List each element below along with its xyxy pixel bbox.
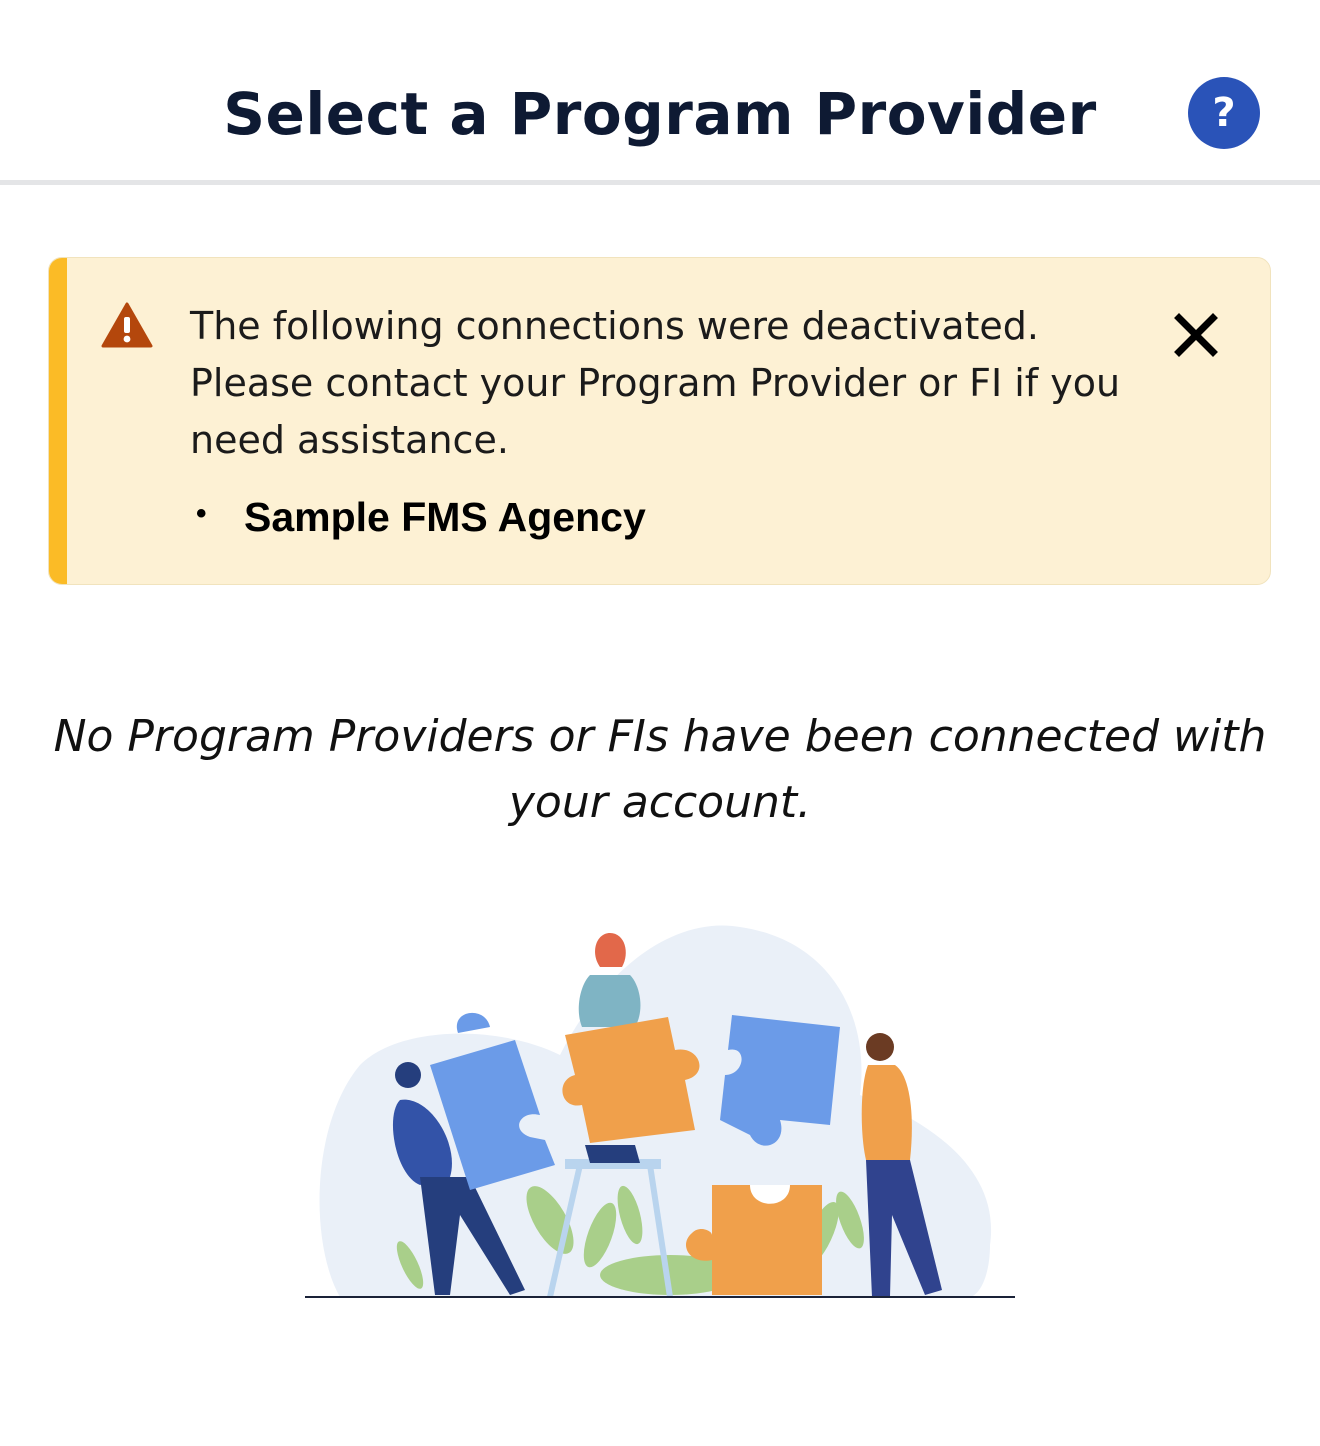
- page: Select a Program Provider ? The followin…: [0, 0, 1320, 1446]
- list-item: • Sample FMS Agency: [190, 492, 646, 542]
- warning-icon: [101, 302, 153, 348]
- puzzle-teamwork-illustration: [305, 925, 1015, 1298]
- alert-message: The following connections were deactivat…: [190, 304, 1121, 462]
- help-button[interactable]: ?: [1188, 77, 1260, 149]
- close-icon[interactable]: [1173, 312, 1219, 358]
- help-icon: ?: [1212, 90, 1236, 136]
- empty-state-message: No Program Providers or FIs have been co…: [53, 711, 1267, 828]
- page-title: Select a Program Provider: [223, 80, 1097, 148]
- list-item-label: Sample FMS Agency: [244, 494, 646, 540]
- deactivated-connections-alert: The following connections were deactivat…: [48, 257, 1271, 585]
- bullet-icon: •: [196, 497, 207, 530]
- header: Select a Program Provider ?: [0, 0, 1320, 185]
- deactivated-list: • Sample FMS Agency: [190, 492, 646, 542]
- alert-accent-bar: [49, 258, 67, 584]
